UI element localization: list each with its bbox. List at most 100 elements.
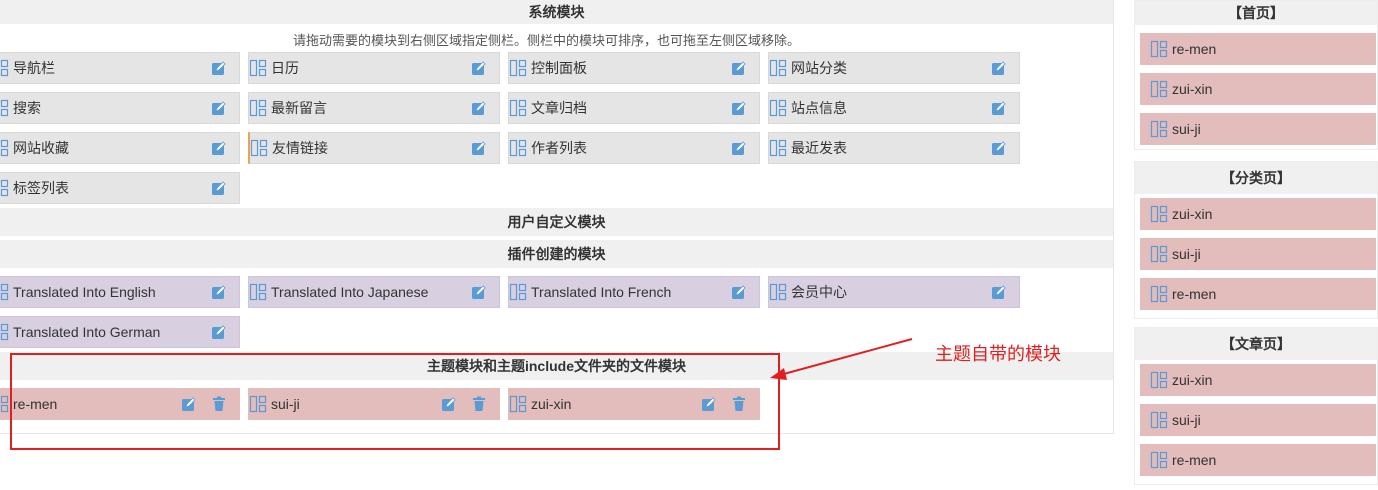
annotation-text: 主题自带的模块 [935,344,1061,364]
module-label: 最新留言 [271,100,327,116]
edit-icon[interactable] [471,140,487,156]
module-item[interactable]: 友情链接 [248,132,500,164]
drag-hint-text: 请拖动需要的模块到右侧区域指定侧栏。侧栏中的模块可排序，也可拖至左侧区域移除。 [292,33,800,48]
module-item[interactable]: 站点信息 [768,92,1020,124]
sidebar-zone-title: 【首页】 [1135,1,1377,25]
module-item[interactable]: 最近发表 [768,132,1020,164]
sidebar-zone[interactable]: 【首页】 re-men zui-xin sui-ji [1134,0,1378,150]
edit-icon[interactable] [731,60,747,76]
module-label: 搜索 [13,100,41,116]
module-grid-icon [0,323,9,341]
module-grid-icon [0,59,9,77]
sidebar-module-item[interactable]: re-men [1140,33,1376,65]
module-label: 会员中心 [791,284,847,300]
edit-icon[interactable] [991,284,1007,300]
edit-icon[interactable] [211,100,227,116]
highlight-box [10,353,780,450]
module-item[interactable]: Translated Into German [0,316,240,348]
module-grid-icon [769,283,787,301]
edit-icon[interactable] [211,140,227,156]
edit-icon[interactable] [211,60,227,76]
sidebar-zone[interactable]: 【文章页】 zui-xin sui-ji re-men [1134,327,1378,485]
module-item[interactable]: 作者列表 [508,132,760,164]
module-label: 日历 [271,60,299,76]
edit-icon[interactable] [991,100,1007,116]
module-label: 控制面板 [531,60,587,76]
sidebar-module-item[interactable]: re-men [1140,278,1376,310]
module-item[interactable]: 会员中心 [768,276,1020,308]
module-item[interactable]: 日历 [248,52,500,84]
edit-icon[interactable] [211,284,227,300]
module-grid-icon [1150,245,1168,263]
module-item[interactable]: 最新留言 [248,92,500,124]
module-label: 网站收藏 [13,140,69,156]
sidebar-module-label: zui-xin [1172,372,1213,388]
module-label: 友情链接 [272,140,328,156]
module-item[interactable]: 文章归档 [508,92,760,124]
module-grid-icon [1150,205,1168,223]
edit-icon[interactable] [731,140,747,156]
module-label: 标签列表 [13,180,69,196]
edit-icon[interactable] [211,324,227,340]
edit-icon[interactable] [471,100,487,116]
sidebar-module-item[interactable]: zui-xin [1140,364,1376,396]
module-label: 文章归档 [531,100,587,116]
module-grid-icon [769,99,787,117]
sidebar-module-label: sui-ji [1172,412,1201,428]
sidebar-module-item[interactable]: sui-ji [1140,404,1376,436]
edit-icon[interactable] [471,284,487,300]
module-grid-icon [769,139,787,157]
edit-icon[interactable] [731,284,747,300]
sidebar-module-label: re-men [1172,41,1217,57]
edit-icon[interactable] [471,60,487,76]
edit-icon[interactable] [991,140,1007,156]
module-label: 作者列表 [531,140,587,156]
module-grid-icon [769,59,787,77]
module-grid-icon [249,99,267,117]
sidebar-module-item[interactable]: zui-xin [1140,73,1376,105]
module-grid-icon [509,139,527,157]
module-label: Translated Into Japanese [271,284,429,300]
module-grid-icon [509,59,527,77]
module-item[interactable]: 导航栏 [0,52,240,84]
system-modules-title: 系统模块 [0,0,1113,24]
module-grid-icon [509,99,527,117]
module-grid-icon [1150,80,1168,98]
sidebar-module-item[interactable]: sui-ji [1140,238,1376,270]
user-defined-modules-title: 用户自定义模块 [0,208,1113,236]
module-label: 导航栏 [13,60,55,76]
module-grid-icon [1150,285,1168,303]
sidebar-module-item[interactable]: sui-ji [1140,113,1376,145]
module-item[interactable]: 控制面板 [508,52,760,84]
module-item[interactable]: Translated Into English [0,276,240,308]
module-grid-icon [0,395,9,413]
edit-icon[interactable] [991,60,1007,76]
module-label: Translated Into French [531,284,672,300]
sidebar-zone-title: 【文章页】 [1135,328,1377,360]
sidebar-module-label: sui-ji [1172,246,1201,262]
sidebar-module-label: zui-xin [1172,81,1213,97]
edit-icon[interactable] [211,180,227,196]
module-item[interactable]: 搜索 [0,92,240,124]
module-grid-icon [1150,120,1168,138]
plugin-modules-title: 插件创建的模块 [0,240,1113,268]
annotation-arrow [770,338,913,380]
sidebar-zone[interactable]: 【分类页】 zui-xin sui-ji re-men [1134,161,1378,319]
module-grid-icon [1150,371,1168,389]
module-item[interactable]: 网站收藏 [0,132,240,164]
module-item[interactable]: 网站分类 [768,52,1020,84]
sidebar-module-item[interactable]: zui-xin [1140,198,1376,230]
module-grid-icon [249,283,267,301]
module-label: Translated Into German [13,324,161,340]
module-grid-icon [0,283,9,301]
module-item[interactable]: 标签列表 [0,172,240,204]
module-item[interactable]: Translated Into Japanese [248,276,500,308]
module-grid-icon [1150,411,1168,429]
edit-icon[interactable] [731,100,747,116]
sidebar-module-label: re-men [1172,452,1217,468]
sidebar-module-item[interactable]: re-men [1140,444,1376,476]
module-item[interactable]: Translated Into French [508,276,760,308]
module-label: 站点信息 [791,100,847,116]
module-grid-icon [1150,40,1168,58]
sidebar-module-label: zui-xin [1172,206,1213,222]
